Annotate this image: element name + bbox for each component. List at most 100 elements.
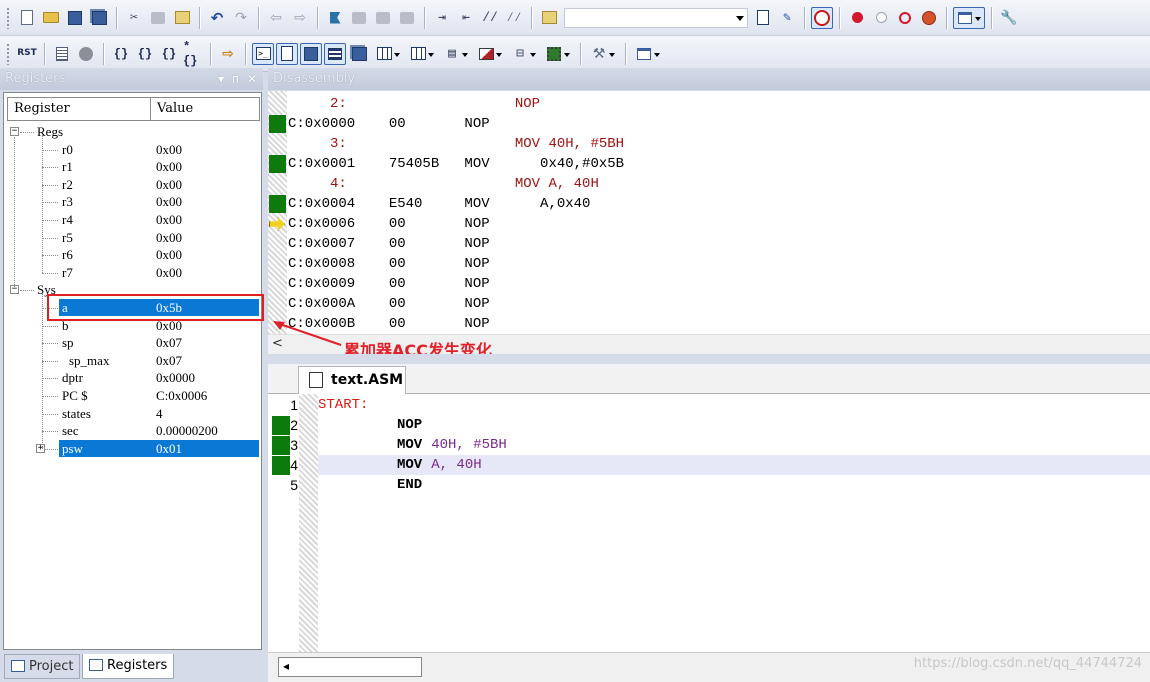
- code-line[interactable]: END: [318, 475, 1150, 495]
- disassembly-window-icon[interactable]: [276, 42, 298, 65]
- source-line[interactable]: 2: NOP: [288, 94, 540, 114]
- undo-icon[interactable]: ↶: [206, 7, 228, 29]
- save-icon[interactable]: [64, 7, 86, 29]
- bookmark-next-icon[interactable]: [372, 7, 394, 29]
- source-line[interactable]: 3: MOV 40H, #5BH: [288, 134, 624, 154]
- register-value[interactable]: 0.00000200: [156, 422, 218, 439]
- breakpoint-enable-icon[interactable]: [870, 7, 892, 29]
- source-line[interactable]: 4: MOV A, 40H: [288, 174, 599, 194]
- bookmark-icon[interactable]: [324, 7, 346, 29]
- asm-line[interactable]: C:0x0006 00 NOP: [288, 214, 490, 234]
- debug-session-icon[interactable]: [811, 6, 833, 29]
- expander-icon[interactable]: +: [36, 443, 45, 453]
- symbols-window-icon[interactable]: [300, 42, 322, 65]
- disassembly-window[interactable]: 2: NOP C:0x0000 00 NOP 3: MOV 40H, #5BH C:…: [268, 91, 1150, 334]
- new-file-icon[interactable]: [16, 7, 38, 29]
- code-line[interactable]: MOV 40H, #5BH: [318, 435, 1150, 455]
- register-value[interactable]: 0x00: [156, 246, 182, 263]
- chevron-down-icon[interactable]: [736, 15, 744, 21]
- window-layout-icon[interactable]: [953, 6, 985, 29]
- comment-icon[interactable]: //: [479, 7, 501, 29]
- copy-icon[interactable]: [147, 7, 169, 29]
- redo-icon[interactable]: ↷: [230, 7, 252, 29]
- target-combo[interactable]: [564, 7, 748, 28]
- register-value[interactable]: 0x0000: [156, 369, 195, 386]
- command-window-icon[interactable]: >_: [252, 42, 274, 65]
- register-value[interactable]: 0x00: [156, 193, 182, 210]
- run-icon[interactable]: [51, 43, 73, 65]
- close-icon[interactable]: ✕: [247, 68, 257, 90]
- register-value[interactable]: 0x00: [156, 176, 182, 193]
- step-into-icon[interactable]: {}: [110, 43, 132, 65]
- toolbar-grip[interactable]: [6, 6, 10, 29]
- asm-line[interactable]: C:0x0007 00 NOP: [288, 234, 490, 254]
- scroll-left-icon[interactable]: ◂: [283, 659, 289, 673]
- run-to-cursor-icon[interactable]: *{}: [182, 40, 204, 68]
- register-value[interactable]: 0x01: [156, 440, 182, 457]
- asm-line[interactable]: C:0x0000 00 NOP: [288, 114, 490, 134]
- system-viewer-icon[interactable]: [542, 43, 574, 65]
- nav-forward-icon[interactable]: ⇨: [289, 7, 311, 29]
- reset-icon[interactable]: RST: [16, 43, 38, 65]
- register-value[interactable]: 4: [156, 405, 163, 422]
- nav-back-icon[interactable]: ⇦: [265, 7, 287, 29]
- splitter[interactable]: [268, 354, 1150, 364]
- hscroll-track[interactable]: ◂: [278, 657, 422, 677]
- step-over-icon[interactable]: {}: [134, 43, 156, 65]
- watch-window-icon[interactable]: [372, 43, 404, 65]
- asm-line[interactable]: C:0x000A 00 NOP: [288, 294, 490, 314]
- disassembly-gutter[interactable]: [268, 91, 287, 334]
- serial-window-icon[interactable]: ▤: [440, 43, 472, 65]
- call-stack-icon[interactable]: [348, 43, 370, 65]
- memory-window-icon[interactable]: [406, 43, 438, 65]
- toolbar-grip[interactable]: [6, 42, 10, 65]
- cut-icon[interactable]: ✂: [123, 7, 145, 29]
- breakpoint-disable-icon[interactable]: [894, 7, 916, 29]
- unindent-icon[interactable]: ⇤: [455, 7, 477, 29]
- save-all-icon[interactable]: [88, 7, 110, 29]
- open-folder-icon[interactable]: [40, 7, 62, 29]
- find-in-files-icon[interactable]: [538, 7, 560, 29]
- tab-registers[interactable]: Registers: [82, 654, 175, 679]
- register-value[interactable]: 0x00: [156, 211, 182, 228]
- uncomment-icon[interactable]: ∕∕: [503, 7, 525, 29]
- tab-text-asm[interactable]: text.ASM: [298, 366, 406, 394]
- breakpoint-insert-icon[interactable]: [846, 7, 868, 29]
- register-column-header[interactable]: Register: [7, 97, 151, 121]
- register-value[interactable]: C:0x0006: [156, 387, 207, 404]
- step-out-icon[interactable]: {}: [158, 43, 180, 65]
- panel-menu-icon[interactable]: ▾: [218, 68, 224, 90]
- register-value[interactable]: 0x00: [156, 141, 182, 158]
- register-value[interactable]: 0x00: [156, 229, 182, 246]
- debug-restore-icon[interactable]: [632, 43, 664, 65]
- breakpoint-gutter[interactable]: [272, 394, 318, 652]
- stop-icon[interactable]: [75, 43, 97, 65]
- bookmark-prev-icon[interactable]: [348, 7, 370, 29]
- asm-line[interactable]: C:0x0009 00 NOP: [288, 274, 490, 294]
- registers-window-icon[interactable]: [324, 42, 346, 65]
- code-line[interactable]: NOP: [318, 415, 1150, 435]
- code-line[interactable]: START:: [318, 395, 1150, 415]
- asm-line[interactable]: C:0x0008 00 NOP: [288, 254, 490, 274]
- trace-window-icon[interactable]: ⊟: [508, 43, 540, 65]
- indent-icon[interactable]: ⇥: [431, 7, 453, 29]
- insert-icon[interactable]: ✎: [776, 7, 798, 29]
- find-icon[interactable]: [752, 7, 774, 29]
- asm-line[interactable]: C:0x0001 75405B MOV 0x40,#0x5B: [288, 154, 624, 174]
- bookmark-clear-icon[interactable]: [396, 7, 418, 29]
- register-value[interactable]: 0x07: [156, 352, 182, 369]
- tab-project[interactable]: Project: [4, 654, 81, 679]
- register-value[interactable]: 0x00: [156, 264, 182, 281]
- analysis-window-icon[interactable]: [474, 43, 506, 65]
- show-next-statement-icon[interactable]: ⇨: [217, 43, 239, 65]
- code-line[interactable]: MOV A, 40H: [318, 455, 1150, 475]
- asm-line[interactable]: C:0x0004 E540 MOV A,0x40: [288, 194, 590, 214]
- breakpoint-kill-icon[interactable]: [918, 7, 940, 29]
- register-value[interactable]: 0x00: [156, 158, 182, 175]
- register-row-psw[interactable]: psw 0x01: [59, 439, 259, 457]
- configure-icon[interactable]: 🔧: [998, 7, 1020, 29]
- pin-icon[interactable]: ᴨ: [232, 68, 239, 90]
- expander-icon[interactable]: −: [10, 127, 19, 136]
- value-column-header[interactable]: Value: [150, 97, 260, 121]
- paste-icon[interactable]: [171, 7, 193, 29]
